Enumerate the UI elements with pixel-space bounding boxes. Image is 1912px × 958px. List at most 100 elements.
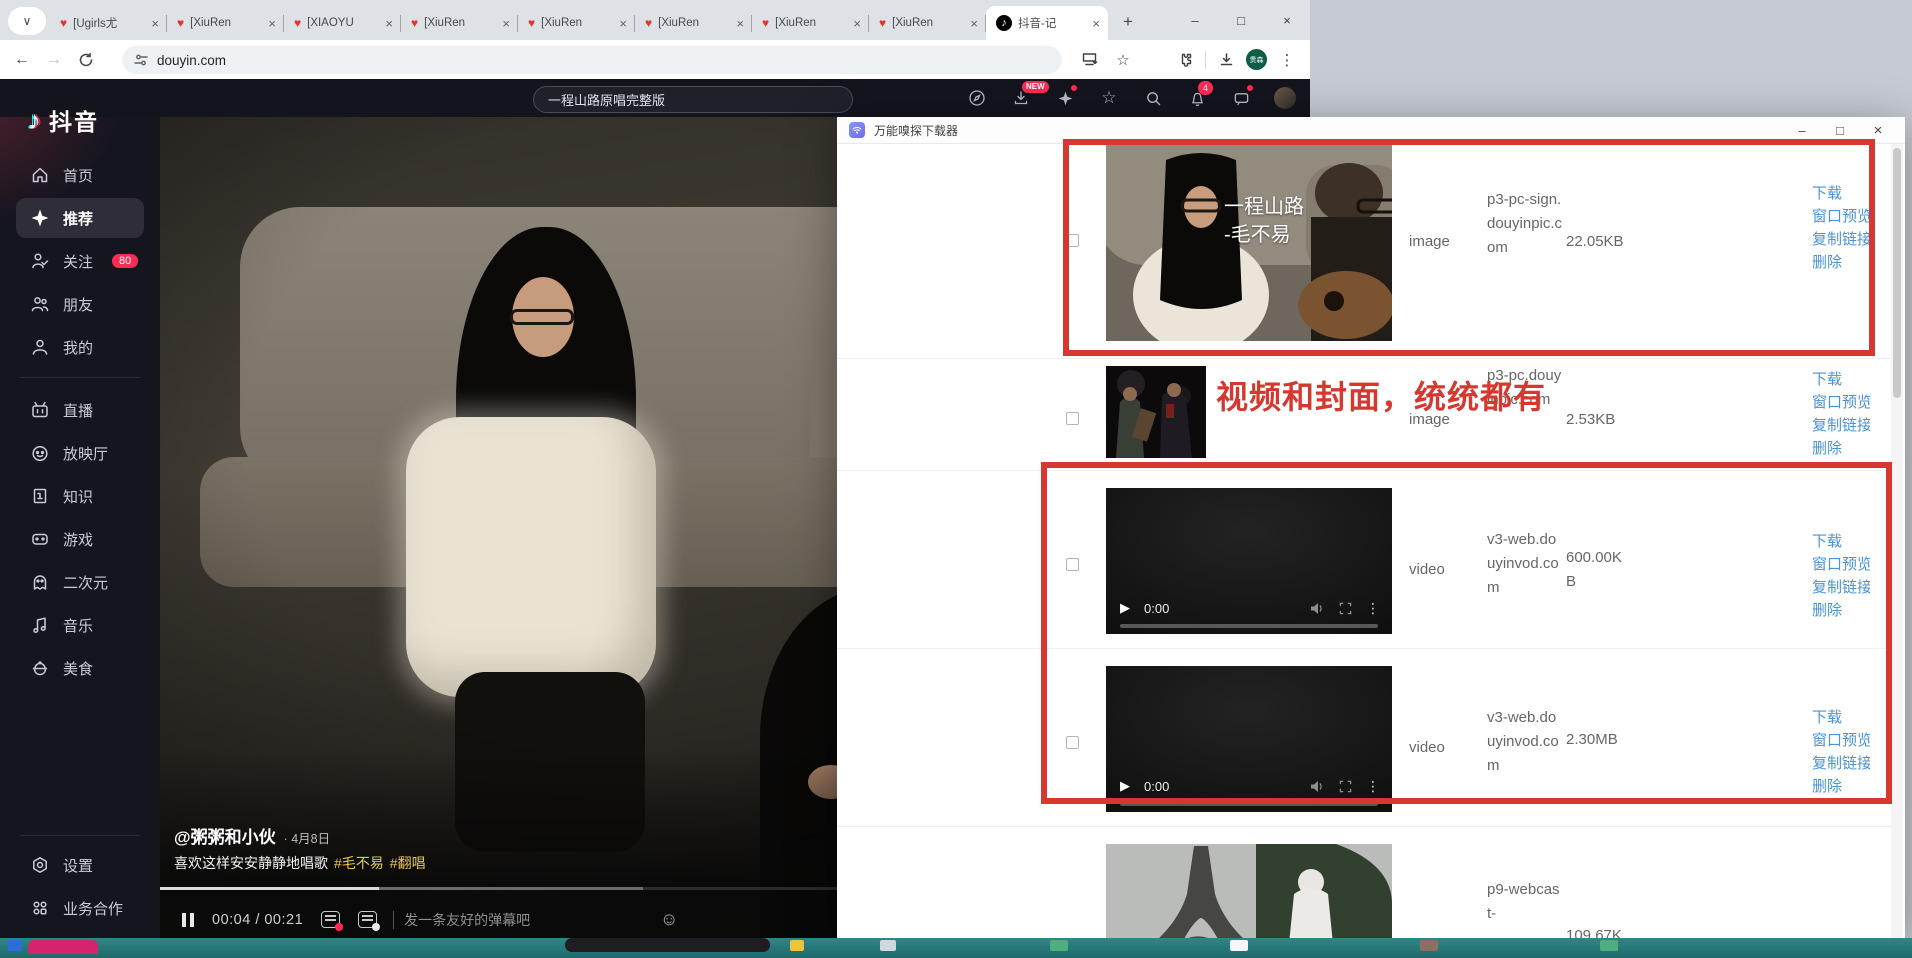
search-input[interactable]: 一程山路原唱完整版 bbox=[533, 86, 853, 113]
tab-close-icon[interactable]: × bbox=[1090, 16, 1102, 31]
sidebar-item-following[interactable]: 关注 80 bbox=[16, 241, 144, 281]
sidebar-item-food[interactable]: 美食 bbox=[16, 648, 144, 688]
menu-icon[interactable]: ⋮ bbox=[1274, 47, 1300, 73]
annotation-box-videos bbox=[1041, 462, 1892, 804]
browser-tab[interactable]: ♥ [XiuRen × bbox=[167, 6, 284, 40]
tab-title: [XiuRen bbox=[775, 17, 817, 29]
media-thumbnail bbox=[1106, 366, 1206, 458]
browser-tab[interactable]: ♥ [XiuRen × bbox=[869, 6, 986, 40]
new-tab-button[interactable]: + bbox=[1114, 8, 1142, 36]
screen: ∨ ♥ [Ugirls尤 × ♥ [XiuRen × ♥ [XIAOYU × ♥… bbox=[0, 0, 1912, 958]
danmaku-input[interactable]: 发一条友好的弹幕吧 bbox=[404, 910, 530, 930]
sidebar-item-business[interactable]: 业务合作 bbox=[16, 888, 144, 928]
row-actions: 下载 窗口预览 复制链接 删除 bbox=[1812, 368, 1870, 460]
sidebar-label: 放映厅 bbox=[63, 445, 109, 463]
profile-avatar[interactable]: 贵森 bbox=[1246, 49, 1267, 70]
sidebar-item-settings[interactable]: 设置 bbox=[16, 845, 144, 885]
maximize-button[interactable]: □ bbox=[1218, 0, 1264, 40]
hashtag[interactable]: #毛不易 bbox=[334, 853, 384, 873]
sidebar-item-anime[interactable]: 二次元 bbox=[16, 562, 144, 602]
douyin-note-icon: ♪ bbox=[28, 104, 41, 135]
minimize-button[interactable]: – bbox=[1172, 0, 1218, 40]
delete-link[interactable]: 删除 bbox=[1812, 437, 1870, 460]
downloads-icon[interactable] bbox=[1213, 47, 1239, 73]
taskbar-thumbnail bbox=[880, 940, 896, 951]
sidebar-label: 关注 bbox=[63, 253, 94, 271]
media-size: 109.67K bbox=[1566, 927, 1622, 938]
danmaku-toggle-icon[interactable] bbox=[321, 911, 344, 931]
search-icon[interactable] bbox=[1142, 86, 1164, 110]
browser-tab[interactable]: ♥ [XiuRen × bbox=[401, 6, 518, 40]
notifications-bell-icon[interactable]: 4 bbox=[1186, 81, 1213, 110]
messages-icon[interactable] bbox=[1230, 85, 1253, 110]
sidebar-item-music[interactable]: 音乐 bbox=[16, 605, 144, 645]
tab-close-icon[interactable]: × bbox=[383, 16, 395, 31]
header-icons: NEW ☆ 4 bbox=[966, 81, 1296, 110]
tab-close-icon[interactable]: × bbox=[500, 16, 512, 31]
scrollbar[interactable] bbox=[1891, 144, 1903, 938]
tab-search-chevron-icon[interactable]: ∨ bbox=[8, 7, 46, 35]
tab-title: [XiuRen bbox=[541, 17, 583, 29]
sidebar-label: 美食 bbox=[63, 660, 94, 678]
emoji-icon[interactable]: ☺ bbox=[660, 899, 678, 940]
douyin-logo[interactable]: ♪ 抖音 bbox=[28, 103, 99, 137]
bookmark-star-icon[interactable]: ☆ bbox=[1110, 47, 1136, 73]
browser-tab[interactable]: ♥ [XiuRen × bbox=[635, 6, 752, 40]
tab-close-icon[interactable]: × bbox=[851, 16, 863, 31]
tab-close-icon[interactable]: × bbox=[149, 16, 161, 31]
browser-tab[interactable]: ♥ [XiuRen × bbox=[518, 6, 635, 40]
browser-tab[interactable]: ♥ [XIAOYU × bbox=[284, 6, 401, 40]
close-button[interactable]: × bbox=[1264, 0, 1310, 40]
annotation-text: 视频和封面，统统都有 bbox=[1216, 379, 1547, 415]
sidebar-label: 游戏 bbox=[63, 531, 94, 549]
user-avatar[interactable] bbox=[1274, 87, 1296, 109]
tab-close-icon[interactable]: × bbox=[968, 16, 980, 31]
browser-tab-active[interactable]: ♪ 抖音-记 × bbox=[986, 6, 1108, 40]
hashtag[interactable]: #翻唱 bbox=[390, 853, 426, 873]
quick-access-icon[interactable] bbox=[966, 86, 988, 110]
install-app-icon[interactable] bbox=[1077, 47, 1103, 73]
taskbar-widget bbox=[565, 938, 770, 952]
sidebar-item-mine[interactable]: 我的 bbox=[16, 327, 144, 367]
url-text: douyin.com bbox=[157, 52, 227, 68]
tab-close-icon[interactable]: × bbox=[734, 16, 746, 31]
browser-tab[interactable]: ♥ [XiuRen × bbox=[752, 6, 869, 40]
forward-button[interactable]: → bbox=[38, 44, 70, 76]
pause-button[interactable] bbox=[182, 912, 194, 927]
row-checkbox[interactable] bbox=[1066, 412, 1079, 425]
sidebar-label: 设置 bbox=[63, 857, 94, 875]
sidebar-item-knowledge[interactable]: 知识 bbox=[16, 476, 144, 516]
browser-tab[interactable]: ♥ [Ugirls尤 × bbox=[50, 6, 167, 40]
media-size: 2.53KB bbox=[1566, 411, 1616, 428]
ai-sparkle-icon[interactable] bbox=[1054, 85, 1077, 110]
tab-title: [Ugirls尤 bbox=[73, 18, 118, 30]
sidebar-item-live[interactable]: 直播 bbox=[16, 390, 144, 430]
video-author[interactable]: @粥粥和小伙 bbox=[174, 823, 276, 848]
sidebar-item-cinema[interactable]: 放映厅 bbox=[16, 433, 144, 473]
copy-link-link[interactable]: 复制链接 bbox=[1812, 414, 1870, 437]
extensions-icon[interactable] bbox=[1172, 47, 1198, 73]
sidebar-item-recommend[interactable]: 推荐 bbox=[16, 198, 144, 238]
reload-button[interactable] bbox=[70, 44, 102, 76]
client-download-icon[interactable]: NEW bbox=[1010, 81, 1049, 110]
sidebar-item-home[interactable]: 首页 bbox=[16, 155, 144, 195]
favorites-star-icon[interactable]: ☆ bbox=[1098, 86, 1120, 110]
address-bar[interactable]: douyin.com bbox=[122, 46, 1062, 74]
window-controls: – □ × bbox=[1172, 0, 1310, 40]
sidebar-label: 我的 bbox=[63, 339, 94, 357]
tab-strip: ∨ ♥ [Ugirls尤 × ♥ [XiuRen × ♥ [XIAOYU × ♥… bbox=[0, 0, 1310, 40]
sidebar-item-friends[interactable]: 朋友 bbox=[16, 284, 144, 324]
tab-title: 抖音-记 bbox=[1018, 18, 1057, 30]
back-button[interactable]: ← bbox=[6, 44, 38, 76]
tab-title: [XiuRen bbox=[190, 17, 232, 29]
taskbar-thumbnail bbox=[1230, 940, 1248, 951]
tab-close-icon[interactable]: × bbox=[266, 16, 278, 31]
download-link[interactable]: 下载 bbox=[1812, 368, 1870, 391]
taskbar-thumbnail bbox=[8, 940, 22, 951]
tab-close-icon[interactable]: × bbox=[617, 16, 629, 31]
heart-favicon-icon: ♥ bbox=[294, 16, 302, 30]
window-preview-link[interactable]: 窗口预览 bbox=[1812, 391, 1870, 414]
danmaku-settings-icon[interactable] bbox=[358, 911, 381, 931]
sidebar-item-games[interactable]: 游戏 bbox=[16, 519, 144, 559]
sidebar-label: 音乐 bbox=[63, 617, 94, 635]
